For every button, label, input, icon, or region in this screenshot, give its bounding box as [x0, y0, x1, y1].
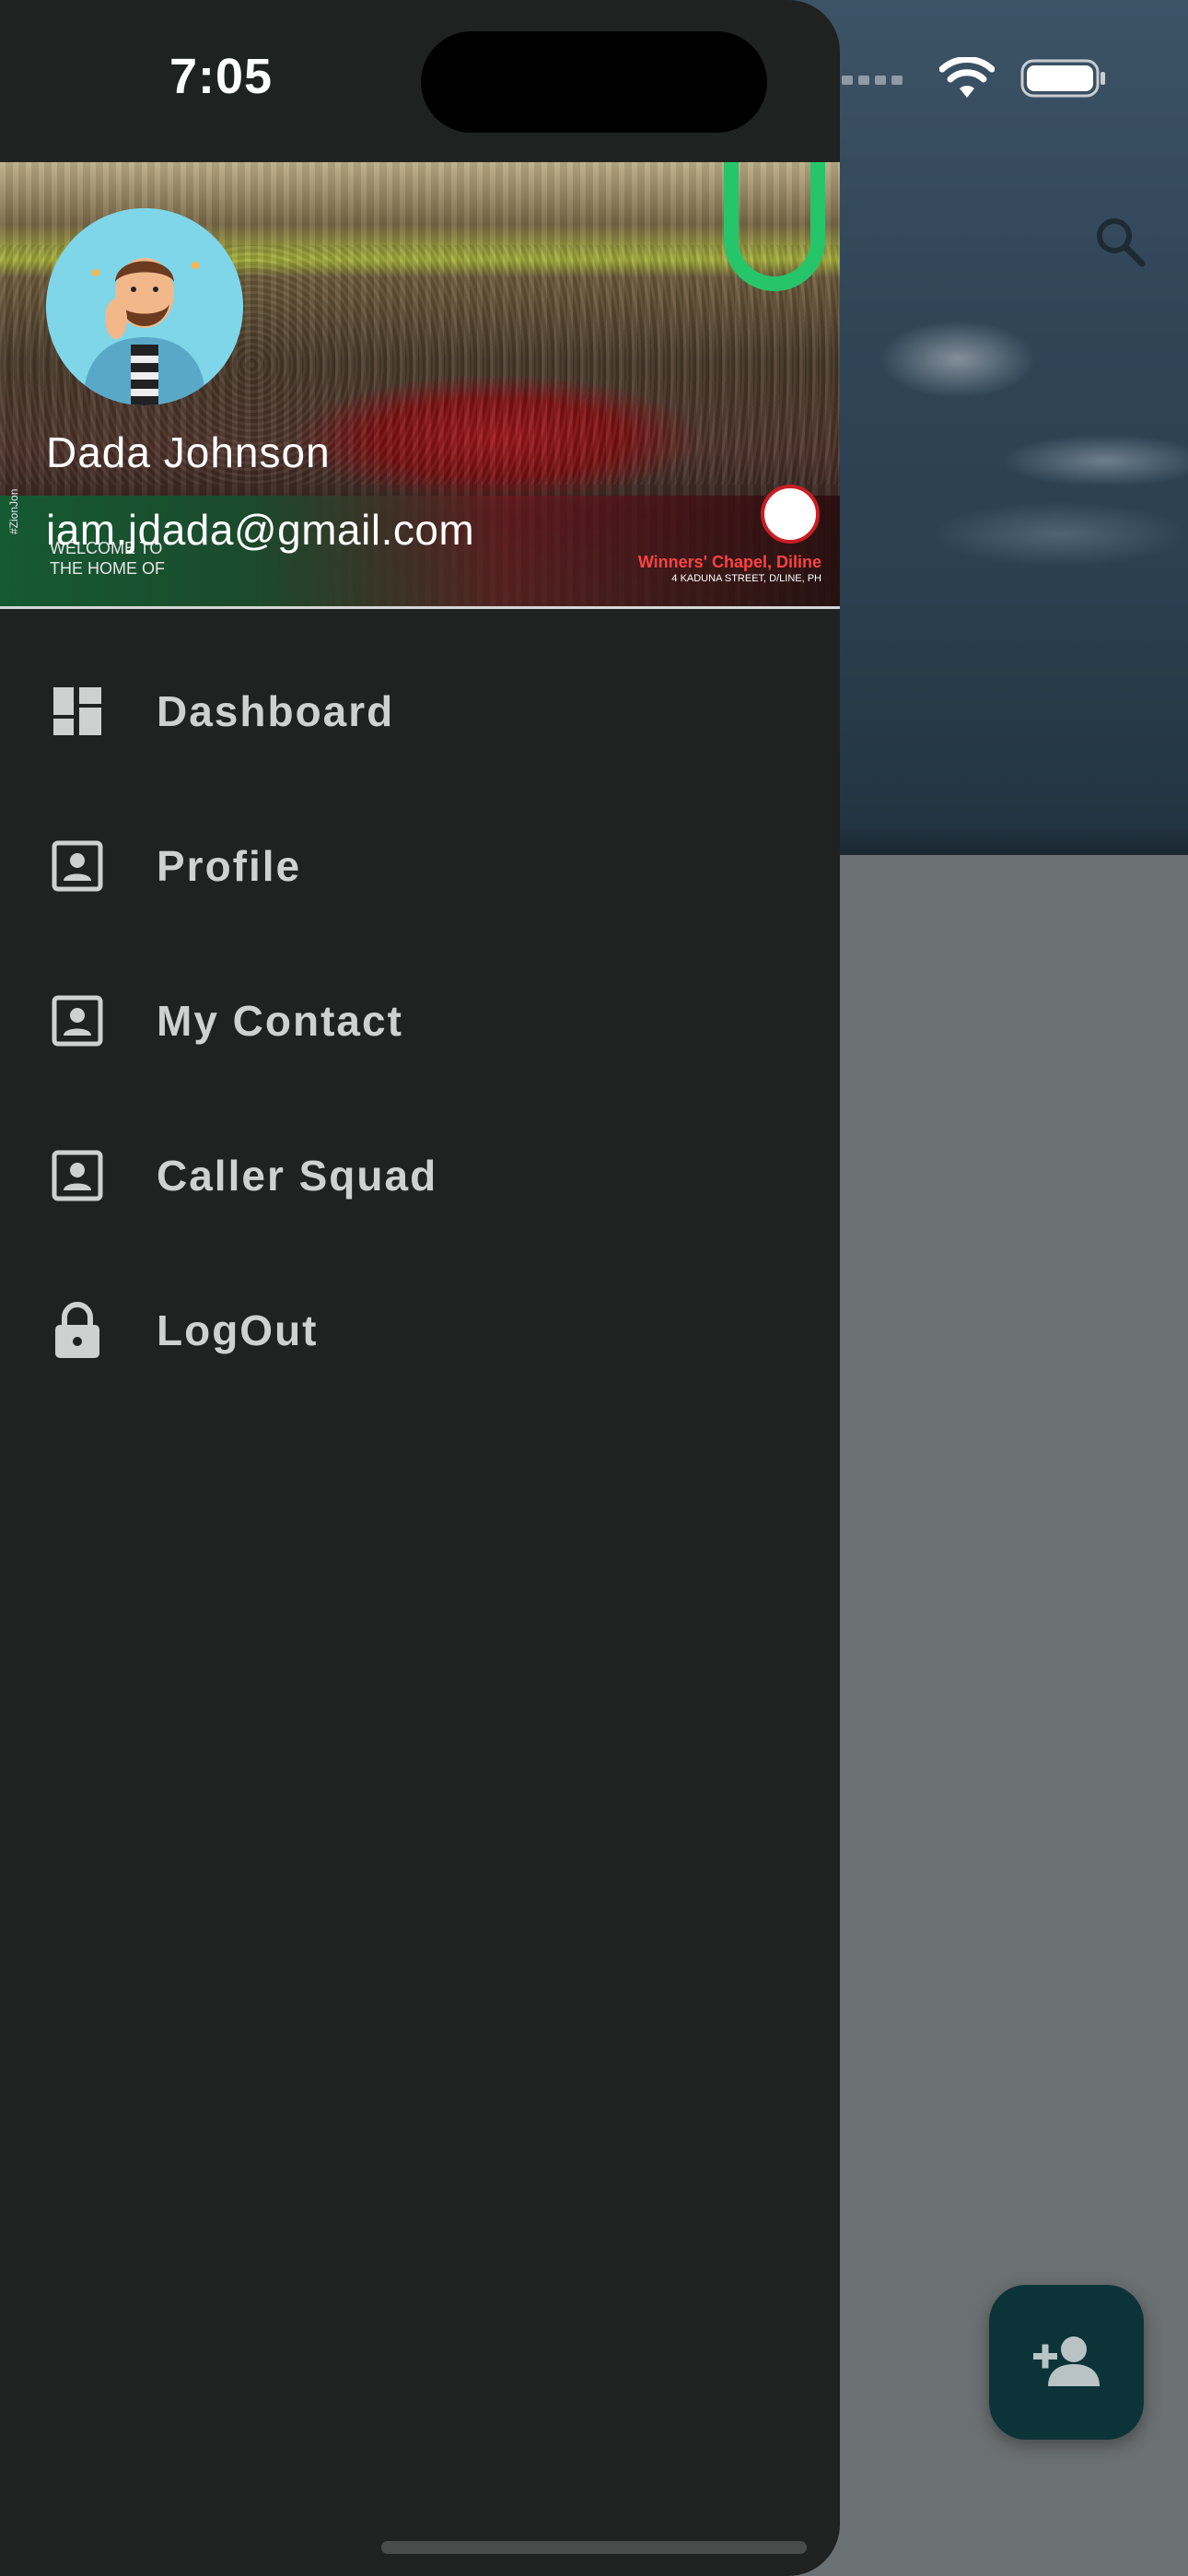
- navigation-drawer: 7:05 WELCOME TO THE HOME OF #ZionJon Win…: [0, 0, 840, 2576]
- menu-item-profile[interactable]: Profile: [0, 789, 840, 943]
- menu-item-label: Profile: [157, 842, 302, 890]
- add-contact-button[interactable]: [989, 2285, 1144, 2440]
- drawer-menu: Dashboard Profile My Contact Caller Squa…: [0, 634, 840, 1408]
- wifi-icon: [938, 55, 996, 104]
- banner-church-address: 4 KADUNA STREET, D/LINE, PH: [671, 573, 821, 584]
- banner-decoration: [724, 162, 825, 291]
- banner-church-name: Winners' Chapel, Diline: [637, 553, 821, 571]
- contact-card-icon: [50, 1148, 105, 1203]
- menu-item-label: LogOut: [157, 1306, 319, 1354]
- user-name: Dada Johnson: [46, 428, 331, 476]
- add-person-icon: [1031, 2333, 1101, 2393]
- battery-icon: [1020, 57, 1107, 104]
- search-icon[interactable]: [1092, 214, 1147, 269]
- dashboard-icon: [50, 684, 105, 739]
- contact-card-icon: [50, 993, 105, 1048]
- status-indicators: [842, 55, 1107, 104]
- menu-item-caller-squad[interactable]: Caller Squad: [0, 1098, 840, 1253]
- menu-item-my-contact[interactable]: My Contact: [0, 943, 840, 1098]
- church-logo: [761, 485, 820, 544]
- menu-item-logout[interactable]: LogOut: [0, 1253, 840, 1408]
- lock-icon: [50, 1302, 105, 1358]
- menu-item-label: Dashboard: [157, 687, 395, 735]
- user-email: iam.jdada@gmail.com: [46, 506, 475, 554]
- home-indicator[interactable]: [381, 2541, 807, 2554]
- user-avatar[interactable]: [46, 208, 243, 405]
- menu-item-label: Caller Squad: [157, 1152, 438, 1200]
- contact-card-icon: [50, 838, 105, 894]
- cellular-signal-icon: [842, 76, 903, 85]
- menu-item-label: My Contact: [157, 997, 403, 1045]
- dynamic-island: [421, 31, 767, 133]
- status-time: 7:05: [169, 49, 274, 104]
- banner-vertical-tag: #ZionJon: [7, 488, 20, 534]
- menu-item-dashboard[interactable]: Dashboard: [0, 634, 840, 789]
